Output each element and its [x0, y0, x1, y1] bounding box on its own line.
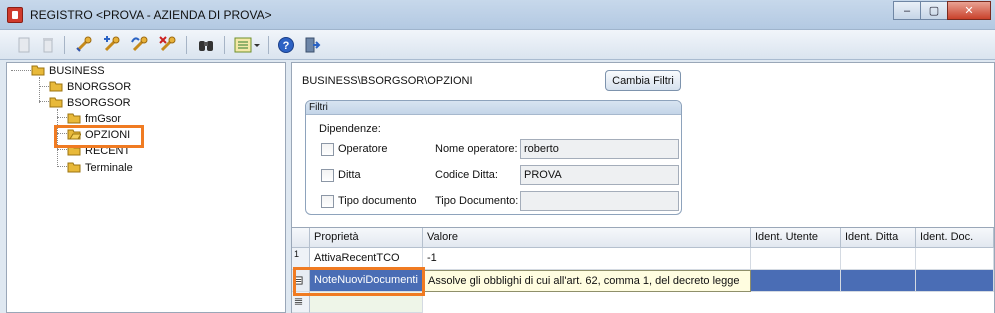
binoculars-icon — [199, 41, 213, 51]
highlight-box — [54, 125, 144, 148]
delete-icon — [43, 38, 53, 53]
column-header-ident-doc[interactable]: Ident. Doc. — [916, 228, 994, 248]
minimize-icon: ‒ — [903, 4, 911, 17]
delete-button[interactable] — [38, 36, 58, 54]
operatore-label: Operatore — [338, 143, 388, 155]
tipo-documento-field[interactable] — [520, 191, 679, 211]
grid-corner — [292, 228, 310, 248]
app-icon — [7, 7, 23, 23]
ditta-label: Ditta — [338, 169, 361, 181]
registry-tree[interactable]: BUSINESS BNORGSOR BSORGSOR fmGsor OPZION… — [6, 62, 286, 313]
help-icon: ? — [278, 37, 294, 53]
cambia-filtri-button[interactable]: Cambia Filtri — [605, 70, 681, 91]
folder-icon — [67, 113, 81, 124]
column-header-valore[interactable]: Valore — [423, 228, 751, 248]
edit-key-icon — [76, 36, 92, 52]
tree-node-label: fmGsor — [85, 113, 122, 125]
search-button[interactable] — [196, 36, 216, 54]
folder-icon — [67, 162, 81, 173]
new-row-icon — [294, 298, 303, 305]
tree-node-label: Terminale — [85, 162, 133, 174]
remove-key-icon — [159, 36, 176, 52]
close-button[interactable]: ✕ — [947, 1, 991, 20]
maximize-icon: ▢ — [928, 5, 940, 17]
codice-ditta-label: Codice Ditta: — [435, 169, 498, 181]
open-folder-icon — [49, 97, 63, 108]
tree-node-label: BUSINESS — [49, 65, 105, 77]
table-cell-doc-selected[interactable] — [916, 270, 994, 292]
svg-text:?: ? — [283, 40, 290, 52]
remove-key-button[interactable] — [158, 36, 178, 54]
column-header-ident-utente[interactable]: Ident. Utente — [751, 228, 841, 248]
folder-icon — [49, 81, 63, 92]
ditta-checkbox[interactable] — [321, 169, 334, 182]
close-icon: ✕ — [964, 5, 974, 17]
rename-key-button[interactable] — [130, 36, 150, 54]
title-bar: REGISTRO <PROVA - AZIENDA DI PROVA> ‒ ▢ … — [0, 0, 995, 30]
view-list-icon — [234, 37, 260, 53]
folder-icon — [31, 65, 45, 76]
tipo-documento-label: Tipo documento — [338, 195, 417, 207]
exit-icon — [305, 37, 321, 53]
filtri-title: Filtri — [306, 101, 681, 115]
column-header-ident-ditta[interactable]: Ident. Ditta — [841, 228, 916, 248]
add-key-icon — [104, 36, 120, 52]
new-button[interactable] — [14, 36, 34, 54]
nome-operatore-field[interactable]: roberto — [520, 139, 679, 159]
toolbar: ? — [0, 30, 995, 60]
view-list-button[interactable] — [232, 36, 262, 54]
table-cell-utente[interactable] — [751, 248, 841, 270]
nome-operatore-label: Nome operatore: — [435, 143, 518, 155]
highlight-box — [293, 267, 425, 296]
tipo-documento-field-label: Tipo Documento: — [435, 195, 519, 207]
edit-key-button[interactable] — [74, 36, 94, 54]
minimize-button[interactable]: ‒ — [893, 1, 921, 20]
operatore-checkbox[interactable] — [321, 143, 334, 156]
column-header-proprieta[interactable]: Proprietà — [310, 228, 423, 248]
table-cell-value-editing[interactable]: Assolve gli obblighi di cui all'art. 62,… — [423, 270, 751, 292]
help-button[interactable]: ? — [276, 36, 296, 54]
details-panel: BUSINESS\BSORGSOR\OPZIONI Cambia Filtri … — [291, 62, 995, 313]
table-cell-doc[interactable] — [916, 248, 994, 270]
tipo-documento-checkbox[interactable] — [321, 195, 334, 208]
codice-ditta-field[interactable]: PROVA — [520, 165, 679, 185]
rename-key-icon — [131, 36, 148, 52]
table-cell-ditta-selected[interactable] — [841, 270, 916, 292]
table-cell-value[interactable]: -1 — [423, 248, 751, 270]
properties-grid[interactable]: Proprietà Valore Ident. Utente Ident. Di… — [292, 227, 994, 313]
dipendenze-label: Dipendenze: — [319, 123, 381, 135]
add-key-button[interactable] — [102, 36, 122, 54]
exit-button[interactable] — [302, 36, 322, 54]
maximize-button[interactable]: ▢ — [920, 1, 948, 20]
new-icon — [18, 37, 30, 53]
filtri-group: Filtri Dipendenze: Operatore Ditta Tipo … — [305, 100, 682, 215]
window-title: REGISTRO <PROVA - AZIENDA DI PROVA> — [30, 8, 272, 22]
table-cell-utente-selected[interactable] — [751, 270, 841, 292]
tree-node-label: BNORGSOR — [67, 81, 132, 93]
current-path: BUSINESS\BSORGSOR\OPZIONI — [302, 75, 473, 87]
table-cell-ditta[interactable] — [841, 248, 916, 270]
tree-node-label: BSORGSOR — [67, 97, 131, 109]
